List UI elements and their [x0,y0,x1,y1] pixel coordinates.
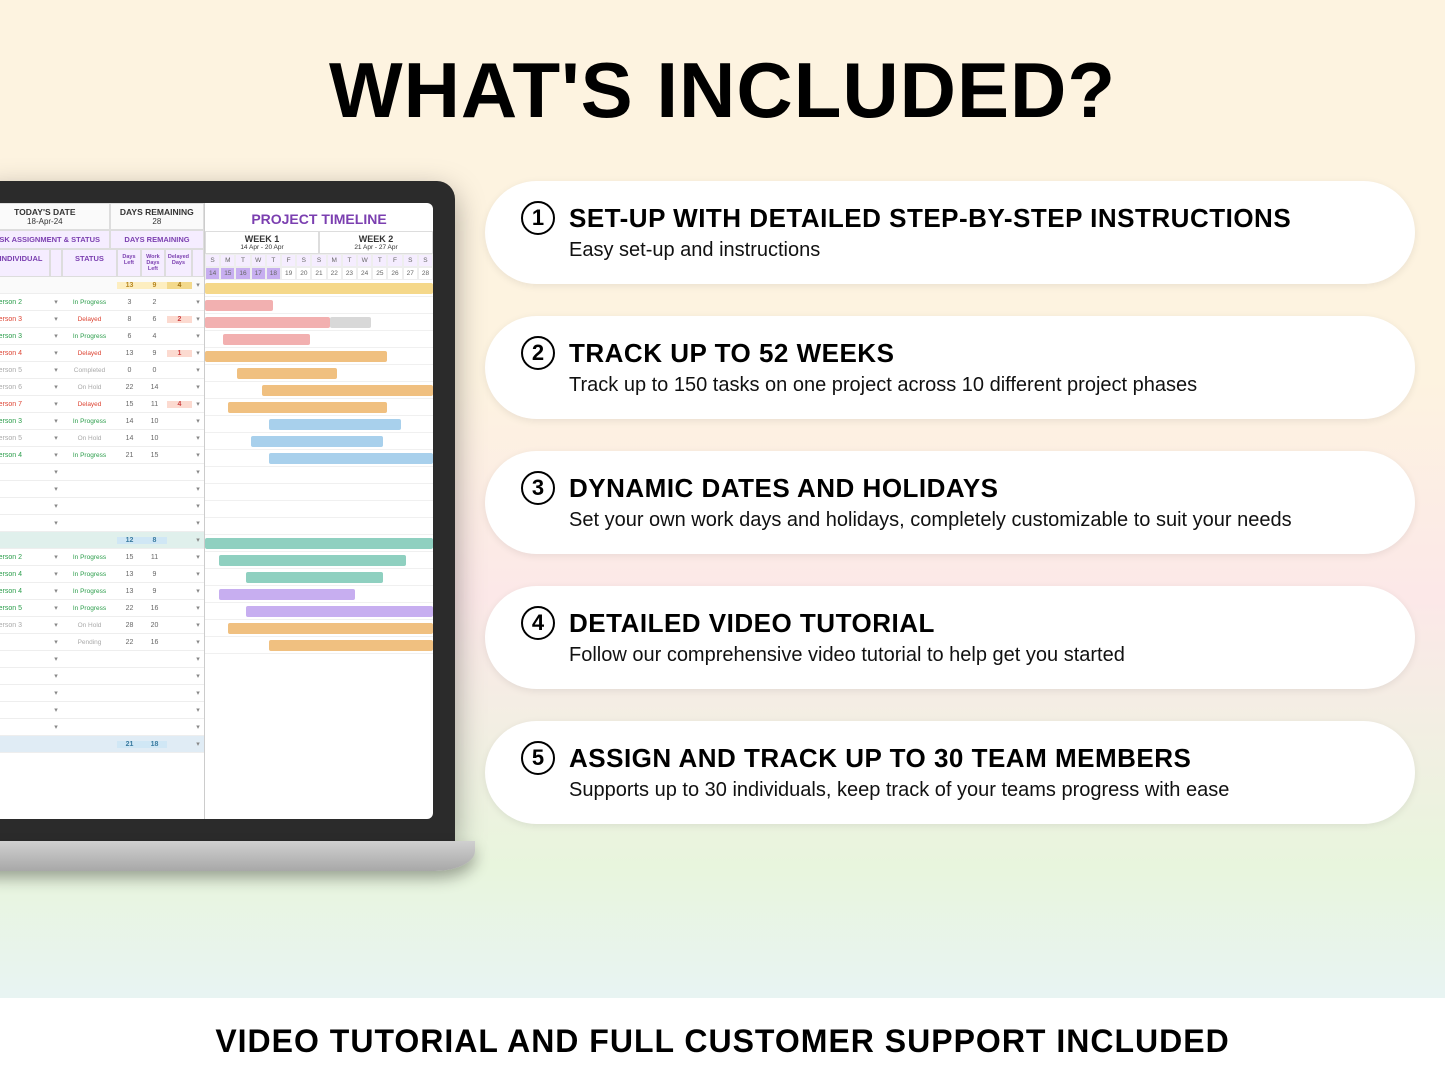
feature-list: 1 SET-UP WITH DETAILED STEP-BY-STEP INST… [455,181,1445,824]
p1-sum-b: 9 [142,282,167,289]
gantt-row [205,620,433,637]
gantt-row [205,314,433,331]
feature-item-3: 3 DYNAMIC DATES AND HOLIDAYS Set your ow… [485,451,1415,554]
days-remaining-sub-header: DAYS REMAINING [110,230,204,249]
col-days-left: Days Left [117,249,141,277]
task-row: ▾Person 7▾Delayed15114▾ [0,396,204,413]
days-remaining-label: DAYS REMAINING [113,207,201,217]
feature-desc: Supports up to 30 individuals, keep trac… [521,775,1379,802]
phase1-rows: ▾Person 2▾In Progress32▾▾Person 3▾Delaye… [0,294,204,464]
today-date-label: TODAY'S DATE [0,207,107,217]
feature-title: DYNAMIC DATES AND HOLIDAYS [569,473,999,504]
p1-sum-a: 13 [117,282,142,289]
feature-item-2: 2 TRACK UP TO 52 WEEKS Track up to 150 t… [485,316,1415,419]
gantt-row [205,569,433,586]
task-row: ▾Person 4▾In Progress2115▾ [0,447,204,464]
feature-desc: Track up to 150 tasks on one project acr… [521,370,1379,397]
gantt-row [205,603,433,620]
task-row: ▾Person 4▾In Progress139▾ [0,583,204,600]
number-badge: 4 [521,606,555,640]
task-row: ▾Person 2▾In Progress1511▾ [0,549,204,566]
feature-desc: Easy set-up and instructions [521,235,1379,262]
gantt-row [205,450,433,467]
task-row: ▾Person 5▾Completed00▾ [0,362,204,379]
task-row: ▾Person 4▾In Progress139▾ [0,566,204,583]
days-remaining-value: 28 [152,217,161,226]
gantt-row [205,586,433,603]
p2-sum-a: 12 [117,537,142,544]
timeline-title: PROJECT TIMELINE [205,203,433,231]
task-row: ▾Person 5▾On Hold1410▾ [0,430,204,447]
number-badge: 5 [521,741,555,775]
gantt-row [205,382,433,399]
phase2-rows: ▾Person 2▾In Progress1511▾▾Person 4▾In P… [0,549,204,651]
gantt-row [205,365,433,382]
p1-sum-c: 4 [167,282,192,289]
task-row: ▾Person 5▾In Progress2216▾ [0,600,204,617]
feature-item-4: 4 DETAILED VIDEO TUTORIAL Follow our com… [485,586,1415,689]
p3-sum-a: 21 [117,741,142,748]
col-status: STATUS [62,249,117,277]
today-date-value: 18-Apr-24 [27,217,63,226]
feature-title: DETAILED VIDEO TUTORIAL [569,608,935,639]
task-row: ▾Person 6▾On Hold2214▾ [0,379,204,396]
task-row: ▾▾Pending2216▾ [0,634,204,651]
feature-desc: Follow our comprehensive video tutorial … [521,640,1379,667]
assignment-header: TASK ASSIGNMENT & STATUS [0,230,110,249]
sheet-right-pane: PROJECT TIMELINE WEEK 114 Apr - 20 AprWE… [205,203,433,819]
task-row: ▾Person 3▾Delayed862▾ [0,311,204,328]
gantt-row [205,637,433,654]
feature-item-1: 1 SET-UP WITH DETAILED STEP-BY-STEP INST… [485,181,1415,284]
p3-sum-b: 18 [142,741,167,748]
task-row: ▾Person 3▾On Hold2820▾ [0,617,204,634]
col-work-days: Work Days Left [141,249,165,277]
gantt-row [205,297,433,314]
feature-title: ASSIGN AND TRACK UP TO 30 TEAM MEMBERS [569,743,1191,774]
p2-sum-b: 8 [142,537,167,544]
feature-desc: Set your own work days and holidays, com… [521,505,1379,532]
gantt-row [205,399,433,416]
gantt-row [205,331,433,348]
task-row: ▾Person 3▾In Progress64▾ [0,328,204,345]
gantt-row [205,348,433,365]
number-badge: 3 [521,471,555,505]
col-individual: INDIVIDUAL [0,249,50,277]
gantt-row [205,433,433,450]
task-row: ▾Person 3▾In Progress1410▾ [0,413,204,430]
number-badge: 1 [521,201,555,235]
sheet-left-pane: TODAY'S DATE 18-Apr-24 DAYS REMAINING 28… [0,203,205,819]
laptop-mockup: TODAY'S DATE 18-Apr-24 DAYS REMAINING 28… [0,181,455,871]
number-badge: 2 [521,336,555,370]
feature-title: SET-UP WITH DETAILED STEP-BY-STEP INSTRU… [569,203,1291,234]
task-row: ▾Person 4▾Delayed1391▾ [0,345,204,362]
feature-item-5: 5 ASSIGN AND TRACK UP TO 30 TEAM MEMBERS… [485,721,1415,824]
col-delayed-days: Delayed Days [165,249,192,277]
page-title: WHAT'S INCLUDED? [0,0,1445,136]
feature-title: TRACK UP TO 52 WEEKS [569,338,894,369]
gantt-row [205,416,433,433]
gantt-row [205,552,433,569]
footer-banner: VIDEO TUTORIAL AND FULL CUSTOMER SUPPORT… [0,998,1445,1084]
task-row: ▾Person 2▾In Progress32▾ [0,294,204,311]
